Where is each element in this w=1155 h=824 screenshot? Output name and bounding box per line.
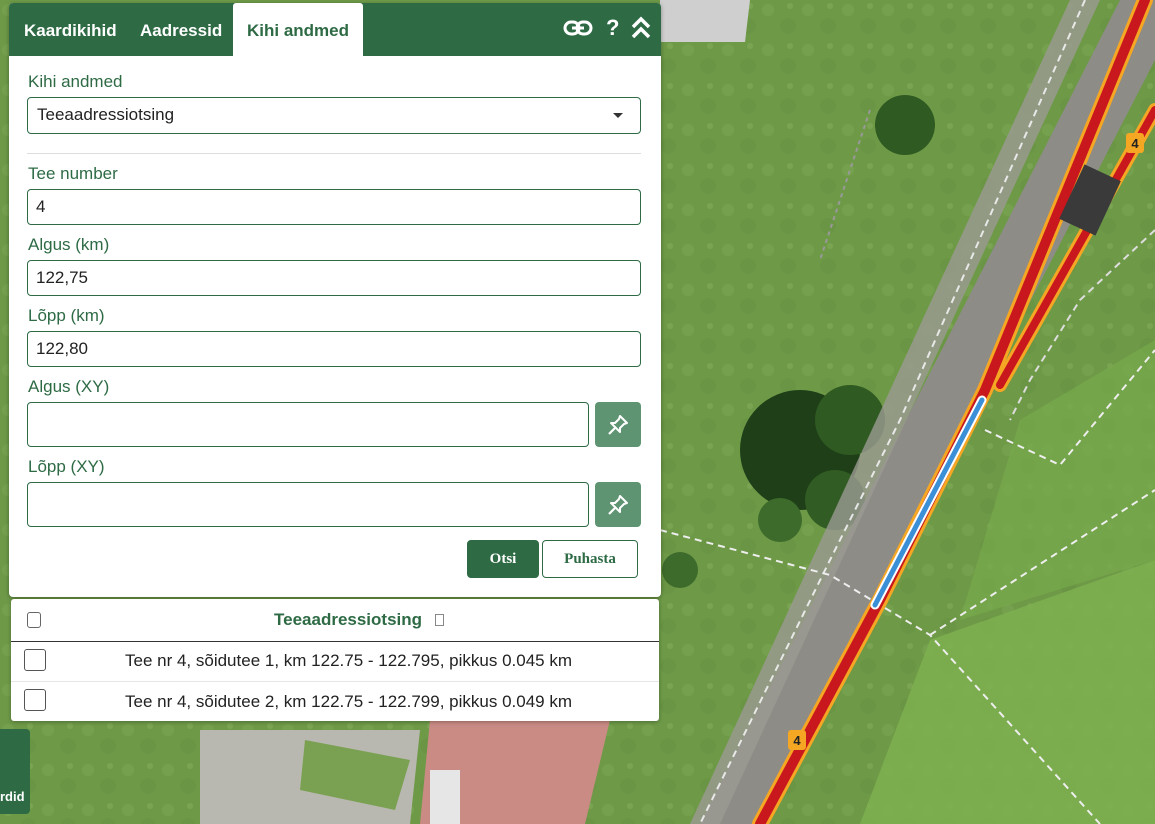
start-xy-input[interactable] [27,402,589,447]
results-table: Teeaadressiotsing Tee nr 4, sõidutee 1, … [11,599,659,721]
table-row[interactable]: Tee nr 4, sõidutee 1, km 122.75 - 122.79… [11,641,659,681]
collapse-icon-svg [631,16,651,39]
layer-data-panel: Kaardikihid Aadressid Kihi andmed ? Kihi… [9,3,661,597]
start-km-label: Algus (km) [28,235,110,254]
panel-tabbar: Kaardikihid Aadressid Kihi andmed ? [9,3,661,56]
start-xy-label: Algus (XY) [28,377,110,396]
tab-kihi-andmed[interactable]: Kihi andmed [233,3,364,56]
end-km-input[interactable] [27,331,641,367]
chevron-down-icon [613,113,623,118]
layer-select-value: Teeaadressiotsing [37,105,175,124]
double-chevron-up-icon[interactable] [631,16,651,46]
road-number-input[interactable] [27,189,641,225]
end-xy-label: Lõpp (XY) [28,457,105,476]
tab-kaardikihid[interactable]: Kaardikihid [24,3,117,56]
map-corner-button-label: rdid [0,789,25,804]
pin-picker-icon [608,494,628,515]
form-divider [27,153,641,154]
map-corner-button[interactable]: rdid [0,729,30,814]
end-xy-input[interactable] [27,482,589,527]
table-row[interactable]: Tee nr 4, sõidutee 2, km 122.75 - 122.79… [11,681,659,722]
layer-label: Kihi andmed [28,72,123,91]
search-button[interactable]: Otsi [467,540,539,578]
end-km-label: Lõpp (km) [28,306,105,325]
clear-button[interactable]: Puhasta [542,540,638,578]
link-icon[interactable] [563,17,593,45]
results-header: Teeaadressiotsing [11,599,659,642]
road-shield-label-2: 4 [793,733,801,748]
row-checkbox[interactable] [24,689,46,711]
layer-select[interactable]: Teeaadressiotsing [27,97,641,134]
results-title: Teeaadressiotsing [274,610,423,629]
tab-aadressid[interactable]: Aadressid [140,3,222,56]
row-text: Tee nr 4, sõidutee 2, km 122.75 - 122.79… [125,692,572,711]
road-number-label: Tee number [28,164,118,183]
results-header-icon[interactable] [435,614,444,626]
start-xy-pick-button[interactable] [595,402,641,447]
help-icon[interactable]: ? [606,15,619,41]
road-shield-label: 4 [1131,136,1139,151]
row-checkbox[interactable] [24,649,46,671]
end-xy-pick-button[interactable] [595,482,641,527]
link-icon-svg [563,20,593,36]
row-text: Tee nr 4, sõidutee 1, km 122.75 - 122.79… [125,651,572,670]
pin-picker-icon [608,414,628,435]
select-all-checkbox[interactable] [27,612,41,628]
start-km-input[interactable] [27,260,641,296]
